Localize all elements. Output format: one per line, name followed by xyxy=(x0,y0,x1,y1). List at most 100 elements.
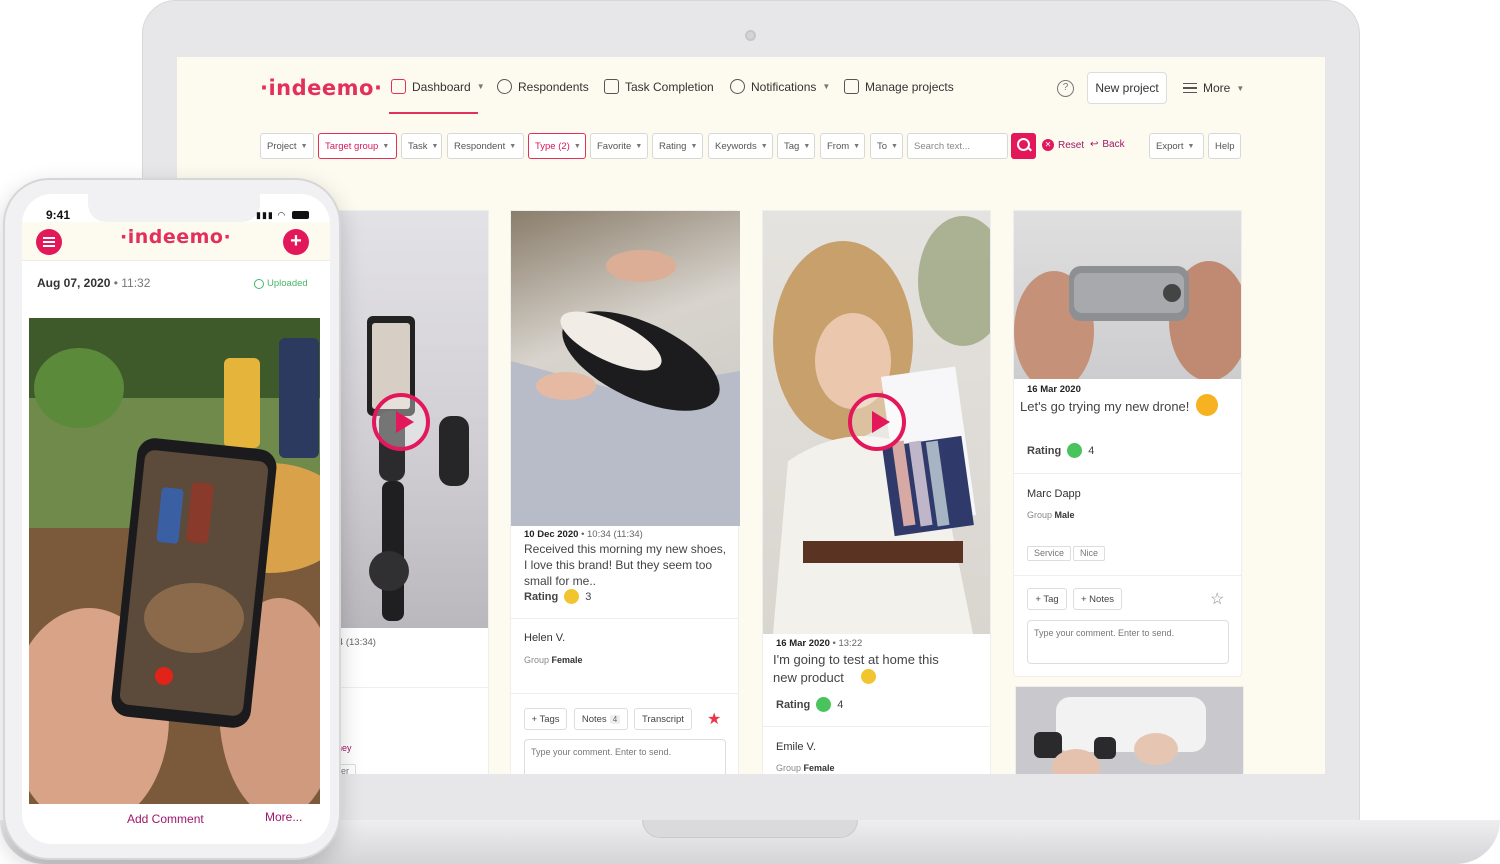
tag-chip[interactable]: Nice xyxy=(1073,546,1106,561)
user-icon xyxy=(497,79,512,94)
respondent-name[interactable]: Emile V. xyxy=(776,741,816,753)
filter-task[interactable]: Task ▼ xyxy=(401,133,442,159)
help-button[interactable]: Help xyxy=(1208,133,1241,159)
add-tags-button[interactable]: + Tags xyxy=(524,708,567,730)
export-button[interactable]: Export ▼ xyxy=(1149,133,1204,159)
play-icon[interactable] xyxy=(372,393,430,451)
filter-to[interactable]: To ▼ xyxy=(870,133,903,159)
filter-respondent[interactable]: Respondent ▼ xyxy=(447,133,524,159)
filter-type-label: Type (2) xyxy=(535,140,570,152)
comment-input[interactable]: Type your comment. Enter to send. xyxy=(1027,620,1229,664)
entry-date: 16 Mar 2020 xyxy=(1027,384,1081,395)
add-tag-button[interactable]: + Tag xyxy=(1027,588,1067,610)
search-input[interactable]: Search text... xyxy=(907,133,1008,159)
filter-rating[interactable]: Rating ▼ xyxy=(652,133,703,159)
chevron-down-icon: ▼ xyxy=(1236,83,1245,93)
upload-status: Uploaded xyxy=(254,278,308,289)
marketing-composite: ·indeemo· Dashboard ▼ Respondents Task C… xyxy=(0,0,1500,864)
nav-manage-projects[interactable]: Manage projects xyxy=(844,79,954,94)
entry-time: • 13:22 xyxy=(832,638,863,649)
respondent-group: Group Male xyxy=(1027,510,1075,520)
indeemo-logo[interactable]: ·indeemo· xyxy=(260,76,382,100)
filter-tag[interactable]: Tag ▼ xyxy=(777,133,815,159)
entry-rating: Rating 3 xyxy=(524,589,591,604)
chevron-down-icon: ▼ xyxy=(382,142,390,150)
help-icon[interactable]: ? xyxy=(1057,80,1074,97)
star-outline-icon[interactable]: ☆ xyxy=(1210,589,1224,609)
filter-keywords[interactable]: Keywords ▼ xyxy=(708,133,773,159)
shoe-illustration xyxy=(511,250,740,526)
filter-rating-label: Rating xyxy=(659,140,687,152)
notes-button[interactable]: Notes 4 xyxy=(574,708,628,730)
filter-target-group[interactable]: Target group ▼ xyxy=(318,133,397,159)
respondent-name[interactable]: Marc Dapp xyxy=(1027,488,1081,500)
hamburger-icon xyxy=(1183,83,1197,93)
filter-tag-label: Tag xyxy=(784,140,800,152)
back-button[interactable]: ↩ Back xyxy=(1090,139,1125,150)
reset-button[interactable]: ✕ Reset xyxy=(1042,139,1084,151)
filter-type[interactable]: Type (2) ▼ xyxy=(528,133,586,159)
nav-dashboard[interactable]: Dashboard ▼ xyxy=(391,79,485,94)
new-project-button[interactable]: New project xyxy=(1087,72,1167,104)
smile-icon xyxy=(861,669,876,684)
search-button[interactable] xyxy=(1011,133,1036,159)
divider xyxy=(1014,575,1241,576)
entry-time: • 10:34 (11:34) xyxy=(581,529,643,540)
divider xyxy=(511,618,738,619)
signal-wifi-icon: ▮▮▮ ◠ xyxy=(256,210,287,220)
rating-label: Rating xyxy=(1027,444,1062,457)
tag-chip[interactable]: Service xyxy=(1027,546,1072,561)
add-notes-button[interactable]: + Notes xyxy=(1073,588,1122,610)
group-value: Male xyxy=(1054,510,1075,520)
entry-rating: Rating 4 xyxy=(776,697,843,712)
nav-notifications[interactable]: Notifications ▼ xyxy=(730,79,830,94)
calendar-icon xyxy=(391,79,406,94)
add-entry-button[interactable]: + xyxy=(283,229,309,255)
nav-task-completion[interactable]: Task Completion xyxy=(604,79,714,94)
divider xyxy=(1014,473,1241,474)
check-circle-icon xyxy=(254,278,264,289)
play-icon[interactable] xyxy=(848,393,906,451)
drone-illustration xyxy=(1014,261,1241,379)
nav-manage-projects-label: Manage projects xyxy=(865,79,954,94)
food-photo-illustration xyxy=(29,318,320,804)
chevron-down-icon: ▼ xyxy=(853,142,861,150)
entry-card[interactable] xyxy=(1016,687,1243,774)
respondent-group: Group Female xyxy=(776,763,835,773)
entry-card[interactable]: :34 (13:34) urney User xyxy=(323,211,488,774)
more-menu[interactable]: More ▼ xyxy=(1183,81,1244,95)
laptop-camera xyxy=(745,30,756,41)
transcript-button[interactable]: Transcript xyxy=(634,708,692,730)
phone-entry-photo xyxy=(29,318,320,804)
star-filled-icon[interactable]: ★ xyxy=(707,709,721,729)
nav-respondents[interactable]: Respondents xyxy=(497,79,589,94)
filter-favorite[interactable]: Favorite ▼ xyxy=(590,133,648,159)
entry-card[interactable]: 16 Mar 2020 Let's go trying my new drone… xyxy=(1014,211,1241,676)
chevron-down-icon: ▼ xyxy=(300,142,308,150)
filter-task-label: Task xyxy=(408,140,428,152)
group-label: Group xyxy=(1027,510,1053,520)
filter-project[interactable]: Project ▼ xyxy=(260,133,314,159)
more-button[interactable]: More... xyxy=(265,810,302,824)
entry-card[interactable]: 16 Mar 2020 • 13:22 I'm going to test at… xyxy=(763,211,990,774)
happy-face-icon xyxy=(1067,443,1083,458)
entry-date-value: Aug 07, 2020 xyxy=(37,276,111,290)
nav-respondents-label: Respondents xyxy=(518,79,589,94)
entry-card[interactable]: 10 Dec 2020 • 10:34 (11:34) Received thi… xyxy=(511,211,740,774)
filter-to-label: To xyxy=(877,140,888,152)
entry-rating: Rating 4 xyxy=(1027,443,1094,458)
comment-input[interactable]: Type your comment. Enter to send. xyxy=(524,739,726,774)
chevron-down-icon: ▼ xyxy=(509,142,517,150)
notes-label: Notes xyxy=(581,713,607,725)
add-comment-button[interactable]: Add Comment xyxy=(127,812,204,826)
entry-date: Aug 07, 2020 • 11:32 xyxy=(37,276,150,290)
status-bar-time: 9:41 xyxy=(46,208,71,222)
respondent-name[interactable]: Helen V. xyxy=(524,632,565,644)
divider xyxy=(327,687,488,688)
entry-date-value: 10 Dec 2020 xyxy=(524,529,579,540)
filter-from[interactable]: From ▼ xyxy=(820,133,865,159)
menu-button[interactable] xyxy=(36,229,62,255)
chevron-down-icon: ▼ xyxy=(803,142,811,150)
chevron-down-icon: ▼ xyxy=(431,142,439,150)
dashboard-screen: ·indeemo· Dashboard ▼ Respondents Task C… xyxy=(177,57,1325,774)
